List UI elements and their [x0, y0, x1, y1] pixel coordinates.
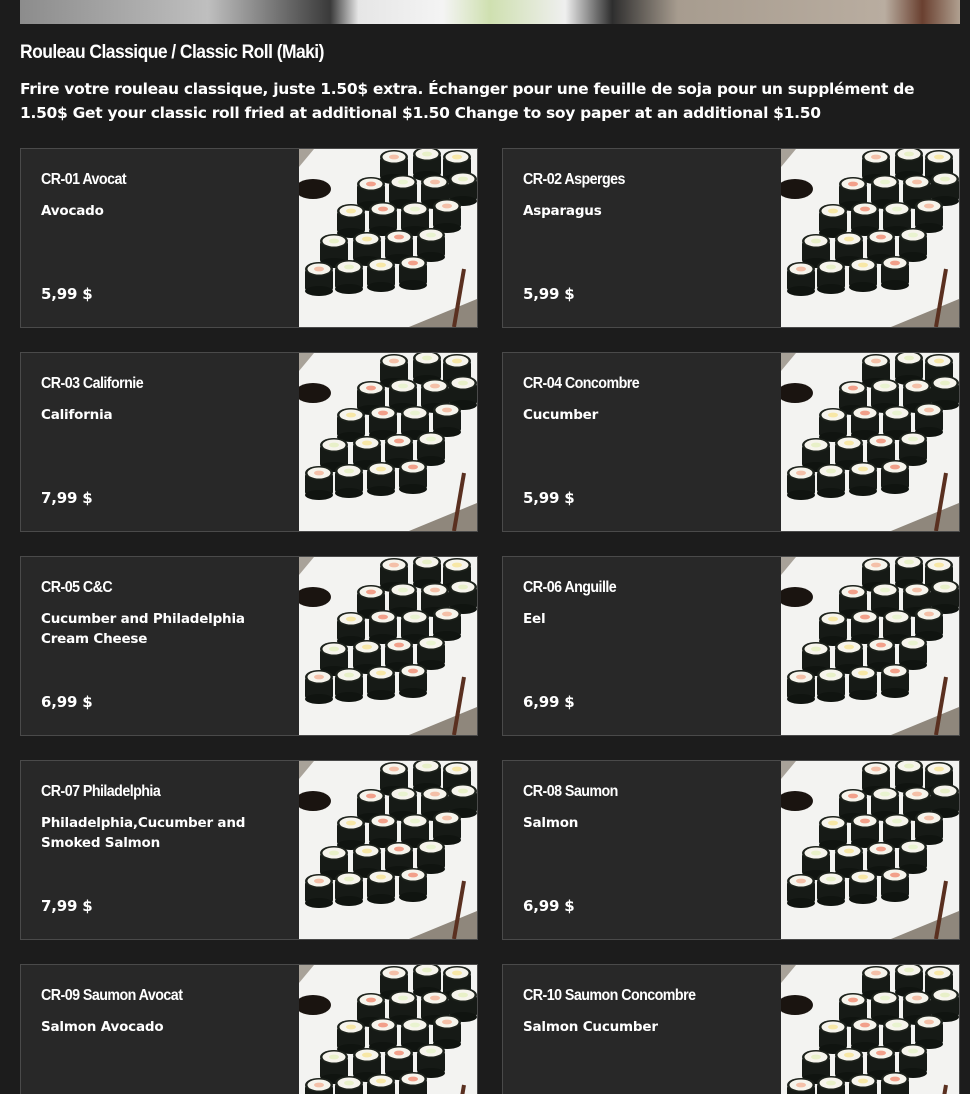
menu-item-card[interactable]: CR-05 C&C Cucumber and Philadelphia Crea… [20, 556, 478, 736]
item-name: CR-08 Saumon [523, 783, 618, 800]
item-name: CR-02 Asperges [523, 171, 625, 188]
item-image[interactable] [299, 557, 477, 735]
item-description: Philadelphia,Cucumber and Smoked Salmon [41, 815, 246, 851]
item-description: Eel [523, 611, 546, 627]
item-price: 6,99 $ [523, 693, 575, 711]
item-image[interactable] [299, 353, 477, 531]
item-image[interactable] [299, 149, 477, 327]
item-image[interactable] [299, 761, 477, 939]
item-description: Cucumber [523, 407, 599, 423]
item-description: Salmon Avocado [41, 1019, 164, 1035]
menu-item-card[interactable]: CR-08 Saumon Salmon 6,99 $ [502, 760, 960, 940]
menu-item-card[interactable]: CR-10 Saumon Concombre Salmon Cucumber [502, 964, 960, 1094]
item-image[interactable] [781, 353, 959, 531]
item-price: 5,99 $ [523, 489, 575, 507]
item-name: CR-05 C&C [41, 579, 113, 596]
item-price: 5,99 $ [523, 285, 575, 303]
item-description: Salmon [523, 815, 579, 831]
item-image[interactable] [781, 557, 959, 735]
item-name: CR-06 Anguille [523, 579, 617, 596]
item-price: 6,99 $ [523, 897, 575, 915]
item-name: CR-03 Californie [41, 375, 144, 392]
menu-item-card[interactable]: CR-07 Philadelphia Philadelphia,Cucumber… [20, 760, 478, 940]
menu-item-card[interactable]: CR-04 Concombre Cucumber 5,99 $ [502, 352, 960, 532]
item-price: 6,99 $ [41, 693, 93, 711]
item-name: CR-04 Concombre [523, 375, 640, 392]
section-title: Rouleau Classique / Classic Roll (Maki) [20, 42, 324, 63]
item-description: Cucumber and Philadelphia Cream Cheese [41, 611, 245, 647]
item-description: California [41, 407, 113, 423]
item-price: 7,99 $ [41, 897, 93, 915]
menu-item-card[interactable]: CR-02 Asperges Asparagus 5,99 $ [502, 148, 960, 328]
item-description: Avocado [41, 203, 104, 219]
menu-item-card[interactable]: CR-06 Anguille Eel 6,99 $ [502, 556, 960, 736]
item-description: Asparagus [523, 203, 602, 219]
item-price: 7,99 $ [41, 489, 93, 507]
item-description: Salmon Cucumber [523, 1019, 658, 1035]
item-image[interactable] [781, 965, 959, 1094]
item-image[interactable] [299, 965, 477, 1094]
item-image[interactable] [781, 761, 959, 939]
section-description: Frire votre rouleau classique, juste 1.5… [20, 80, 915, 122]
item-name: CR-07 Philadelphia [41, 783, 161, 800]
item-price: 5,99 $ [41, 285, 93, 303]
menu-item-card[interactable]: CR-03 Californie California 7,99 $ [20, 352, 478, 532]
item-name: CR-09 Saumon Avocat [41, 987, 183, 1004]
item-name: CR-01 Avocat [41, 171, 127, 188]
item-image[interactable] [781, 149, 959, 327]
menu-item-card[interactable]: CR-01 Avocat Avocado 5,99 $ [20, 148, 478, 328]
item-name: CR-10 Saumon Concombre [523, 987, 696, 1004]
menu-item-card[interactable]: CR-09 Saumon Avocat Salmon Avocado [20, 964, 478, 1094]
top-banner-image [20, 0, 960, 24]
